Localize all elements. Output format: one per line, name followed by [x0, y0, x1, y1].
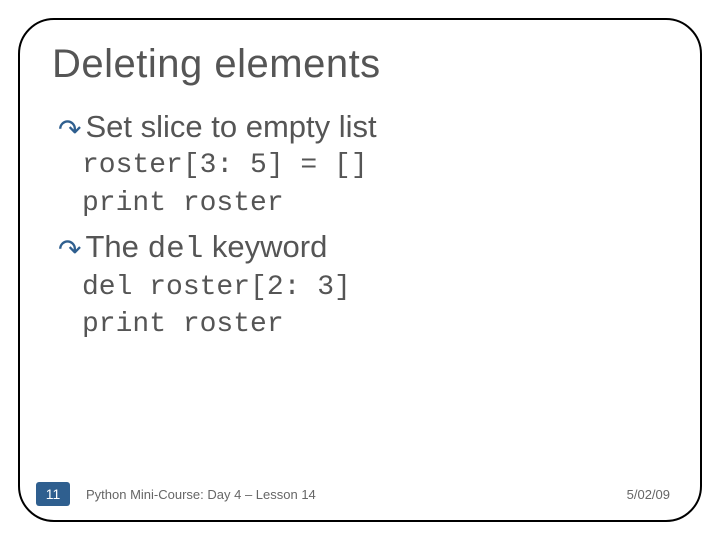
bullet-mono: del	[148, 232, 204, 267]
code-line: print roster	[82, 185, 680, 223]
bullet-prefix: The	[85, 229, 147, 264]
bullet-icon: ↷	[58, 117, 81, 145]
slide-title: Deleting elements	[52, 42, 680, 87]
page-number-badge: 11	[36, 482, 70, 506]
bullet-item: ↷ The del keyword	[58, 229, 680, 267]
bullet-icon: ↷	[58, 237, 81, 265]
bullet-suffix: keyword	[203, 229, 327, 264]
bullet-text: Set slice to empty list	[85, 109, 376, 145]
code-line: roster[3: 5] = []	[82, 147, 680, 185]
bullet-item: ↷ Set slice to empty list	[58, 109, 680, 145]
bullet-text: The del keyword	[85, 229, 327, 267]
slide-footer: 11 Python Mini-Course: Day 4 – Lesson 14…	[0, 476, 720, 506]
code-line: print roster	[82, 306, 680, 344]
code-line: del roster[2: 3]	[82, 269, 680, 307]
footer-text: Python Mini-Course: Day 4 – Lesson 14	[86, 487, 316, 502]
slide-body: ↷ Set slice to empty list roster[3: 5] =…	[58, 109, 680, 344]
footer-date: 5/02/09	[627, 487, 670, 502]
slide: Deleting elements ↷ Set slice to empty l…	[0, 0, 720, 540]
